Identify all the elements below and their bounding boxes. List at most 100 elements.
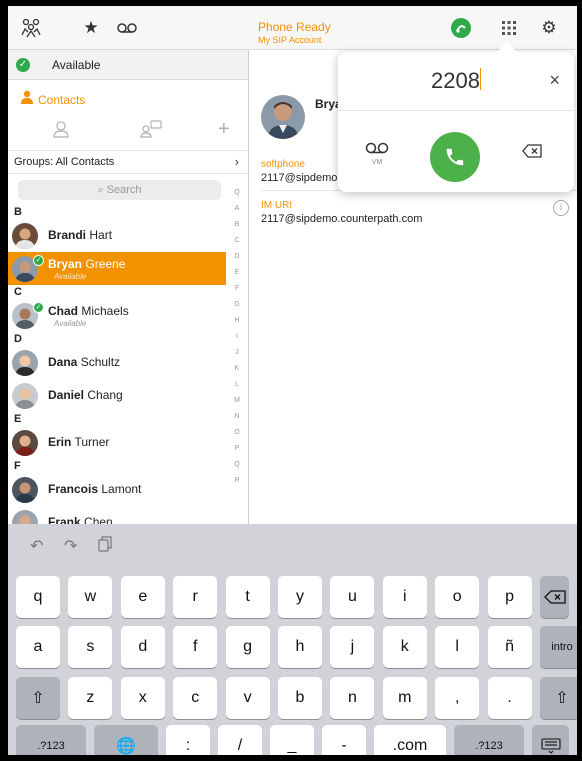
contact-row[interactable]: Francois Lamont <box>8 473 226 506</box>
index-letter[interactable]: M <box>228 393 246 409</box>
dial-number-field[interactable]: 2208 <box>338 68 574 94</box>
key-7-row3[interactable]: , <box>435 677 480 719</box>
key-6-row3[interactable]: m <box>382 677 427 719</box>
contact-row[interactable]: Frank Chen <box>8 506 226 524</box>
underscore-key[interactable]: _ <box>270 725 314 755</box>
first-name: Bryan <box>48 257 83 271</box>
alphabet-index[interactable]: QABCDEFGHIJKLMNOPQR <box>228 185 246 489</box>
contact-row[interactable]: Dana Schultz <box>8 346 226 379</box>
key-6-row1[interactable]: u <box>330 576 375 618</box>
contact-row[interactable]: ✓ Chad Michaels Available <box>8 299 226 332</box>
globe-key[interactable]: 🌐 <box>94 725 158 755</box>
numbers-key-left[interactable]: .?123 <box>16 725 86 755</box>
key-2-row2[interactable]: d <box>120 626 165 668</box>
search-input[interactable]: ⌕ Search <box>18 180 221 200</box>
im-uri-value[interactable]: 2117@sipdemo.counterpath.com <box>261 213 422 225</box>
undo-icon[interactable]: ↶ <box>30 536 43 556</box>
gear-icon[interactable]: ⚙ <box>538 17 560 39</box>
index-letter[interactable]: O <box>228 425 246 441</box>
contact-row[interactable]: Daniel Chang <box>8 379 226 412</box>
return-key[interactable]: intro <box>540 626 577 668</box>
dash-key[interactable]: - <box>322 725 366 755</box>
index-letter[interactable]: F <box>228 281 246 297</box>
index-letter[interactable]: B <box>228 217 246 233</box>
key-0-row3[interactable]: z <box>68 677 113 719</box>
available-check-icon: ✓ <box>33 255 44 266</box>
avatar <box>12 510 38 524</box>
backspace-icon <box>543 590 566 604</box>
key-7-row1[interactable]: i <box>382 576 427 618</box>
shift-key-right[interactable]: ⇧ <box>540 677 577 719</box>
hide-keyboard-key[interactable] <box>532 725 569 755</box>
voicemail-icon[interactable] <box>116 17 138 39</box>
key-1-row3[interactable]: x <box>120 677 165 719</box>
key-6-row2[interactable]: j <box>330 626 375 668</box>
redo-icon[interactable]: ↷ <box>64 536 77 556</box>
backspace-key[interactable] <box>540 576 569 618</box>
backspace-button[interactable] <box>522 144 542 161</box>
key-1-row1[interactable]: w <box>68 576 113 618</box>
person-chat-icon[interactable] <box>140 120 162 143</box>
index-letter[interactable]: P <box>228 441 246 457</box>
contact-row[interactable]: ✓ Bryan Greene Available <box>8 252 226 285</box>
index-letter[interactable]: G <box>228 297 246 313</box>
key-4-row3[interactable]: b <box>278 677 322 719</box>
key-0-row2[interactable]: a <box>16 626 60 668</box>
clipboard-icon[interactable] <box>98 536 112 557</box>
colon-key[interactable]: : <box>166 725 210 755</box>
key-2-row1[interactable]: e <box>120 576 165 618</box>
index-letter[interactable]: C <box>228 233 246 249</box>
add-contact-icon[interactable]: + <box>218 118 230 141</box>
key-0-row1[interactable]: q <box>16 576 60 618</box>
shift-key-left[interactable]: ⇧ <box>16 677 60 719</box>
close-button[interactable]: × <box>549 70 560 91</box>
key-5-row3[interactable]: n <box>330 677 375 719</box>
key-4-row2[interactable]: g <box>225 626 270 668</box>
contacts-group-icon[interactable] <box>20 17 42 39</box>
key-1-row2[interactable]: s <box>68 626 113 668</box>
dotcom-key[interactable]: .com <box>374 725 446 755</box>
voicemail-button[interactable]: VM <box>362 141 392 166</box>
index-letter[interactable]: Q <box>228 457 246 473</box>
section-header: D <box>14 333 22 345</box>
numbers-key-right[interactable]: .?123 <box>454 725 524 755</box>
index-letter[interactable]: A <box>228 201 246 217</box>
key-5-row2[interactable]: h <box>278 626 322 668</box>
key-4-row1[interactable]: t <box>225 576 270 618</box>
key-8-row3[interactable]: . <box>487 677 532 719</box>
contact-row[interactable]: Erin Turner <box>8 426 226 459</box>
index-letter[interactable]: Q <box>228 185 246 201</box>
slash-key[interactable]: / <box>218 725 262 755</box>
shift-icon: ⇧ <box>31 690 45 707</box>
info-icon[interactable]: i <box>553 200 569 216</box>
key-8-row1[interactable]: o <box>435 576 480 618</box>
call-button[interactable] <box>430 132 480 182</box>
index-letter[interactable]: I <box>228 329 246 345</box>
softphone-value[interactable]: 2117@sipdemo <box>261 172 337 184</box>
index-letter[interactable]: E <box>228 265 246 281</box>
key-3-row1[interactable]: r <box>173 576 218 618</box>
star-icon[interactable]: ★ <box>80 17 102 39</box>
key-2-row3[interactable]: c <box>173 677 218 719</box>
index-letter[interactable]: R <box>228 473 246 489</box>
connection-icon[interactable] <box>450 17 472 39</box>
presence-row[interactable]: ✓ Available <box>8 50 248 80</box>
key-7-row2[interactable]: k <box>382 626 427 668</box>
key-9-row1[interactable]: p <box>487 576 532 618</box>
key-9-row2[interactable]: ñ <box>487 626 532 668</box>
key-3-row3[interactable]: v <box>225 677 270 719</box>
groups-selector[interactable]: Groups: All Contacts › <box>8 150 248 174</box>
index-letter[interactable]: D <box>228 249 246 265</box>
key-5-row1[interactable]: y <box>278 576 322 618</box>
index-letter[interactable]: K <box>228 361 246 377</box>
person-outline-icon[interactable] <box>52 120 70 143</box>
contact-name: Erin Turner <box>48 435 109 449</box>
dialpad-grid-icon[interactable] <box>498 17 520 39</box>
key-3-row2[interactable]: f <box>173 626 218 668</box>
index-letter[interactable]: N <box>228 409 246 425</box>
index-letter[interactable]: J <box>228 345 246 361</box>
key-8-row2[interactable]: l <box>435 626 480 668</box>
index-letter[interactable]: L <box>228 377 246 393</box>
contact-row[interactable]: Brandi Hart <box>8 219 226 252</box>
index-letter[interactable]: H <box>228 313 246 329</box>
